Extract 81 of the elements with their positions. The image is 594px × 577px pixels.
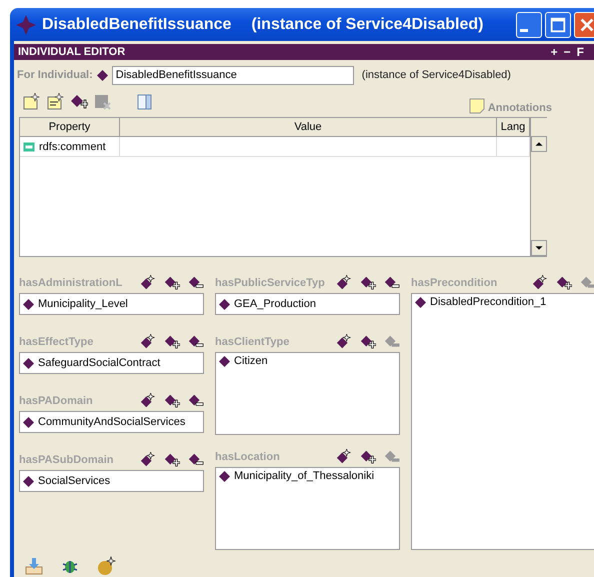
- create-instance-icon[interactable]: [336, 275, 352, 291]
- instance-name[interactable]: CommunityAndSocialServices: [38, 416, 186, 428]
- diamond-icon: [96, 70, 108, 80]
- value-list[interactable]: Citizen: [215, 352, 400, 435]
- new-note-button[interactable]: [22, 93, 40, 111]
- value-list[interactable]: DisabledPrecondition_1: [411, 293, 594, 550]
- column-header[interactable]: Value: [120, 118, 497, 136]
- new-document-button[interactable]: [46, 93, 64, 111]
- property-name: rdfs:comment: [39, 140, 106, 152]
- header-button[interactable]: −: [562, 45, 573, 59]
- instance-name[interactable]: Municipality_of_Thessaloniki: [234, 470, 374, 482]
- maximize-icon: [549, 16, 567, 34]
- add-button[interactable]: [70, 93, 88, 111]
- instance-name[interactable]: DisabledPrecondition_1: [430, 296, 546, 308]
- slot-label: hasEffectType: [19, 336, 94, 350]
- add-instance-icon[interactable]: [360, 275, 376, 291]
- diamond-icon: [219, 470, 230, 482]
- header-button[interactable]: F: [574, 45, 586, 59]
- add-instance-icon[interactable]: [556, 275, 572, 291]
- instance-name[interactable]: Citizen: [234, 355, 268, 367]
- scroll-up-icon[interactable]: [531, 136, 547, 152]
- instance-name[interactable]: Municipality_Level: [38, 298, 128, 310]
- diamond-icon: [23, 358, 34, 368]
- create-instance-icon[interactable]: [532, 275, 548, 291]
- value-list[interactable]: CommunityAndSocialServices: [19, 411, 204, 433]
- remove-instance-icon[interactable]: [188, 334, 204, 350]
- create-instance-icon[interactable]: [336, 449, 352, 465]
- slot-label: hasPublicServiceTyp: [215, 277, 326, 291]
- download-icon[interactable]: [24, 556, 44, 576]
- window-subtitle: (instance of Service4Disabled): [251, 16, 484, 34]
- add-instance-icon[interactable]: [164, 334, 180, 350]
- create-instance-icon[interactable]: [336, 334, 352, 350]
- column-header[interactable]: Property: [20, 118, 120, 136]
- create-instance-icon[interactable]: [140, 334, 156, 350]
- value-list[interactable]: Municipality_Level: [19, 293, 204, 315]
- diamond-icon: [23, 298, 34, 310]
- slot-label: hasAdministrationL: [19, 277, 124, 291]
- instance-name[interactable]: SocialServices: [38, 475, 110, 487]
- individual-type: (instance of Service4Disabled): [362, 69, 511, 81]
- individual-label: For Individual:: [17, 69, 93, 81]
- slot-label: hasClientType: [215, 336, 290, 350]
- property-icon: [23, 142, 35, 152]
- diamond-icon: [23, 476, 34, 486]
- add-instance-icon[interactable]: [164, 275, 180, 291]
- remove-instance-icon[interactable]: [188, 452, 204, 468]
- note-icon: [468, 98, 485, 114]
- slot-label: hasLocation: [215, 451, 281, 465]
- diamond-icon: [219, 356, 230, 366]
- instance-name[interactable]: GEA_Production: [234, 298, 316, 310]
- create-instance-icon[interactable]: [140, 393, 156, 409]
- value-list[interactable]: GEA_Production: [215, 293, 400, 315]
- scroll-down-icon[interactable]: [531, 240, 547, 256]
- add-instance-icon[interactable]: [164, 393, 180, 409]
- editor-title: INDIVIDUAL EDITOR: [18, 46, 126, 58]
- close-button[interactable]: [574, 12, 594, 38]
- value-list[interactable]: SafeguardSocialContract: [19, 352, 204, 374]
- create-instance-icon[interactable]: [140, 275, 156, 291]
- value-list[interactable]: SocialServices: [19, 470, 204, 492]
- slot-label: hasPADomain: [19, 395, 94, 409]
- header-button[interactable]: +: [548, 45, 560, 59]
- star-icon: [16, 14, 36, 34]
- remove-instance-icon[interactable]: [188, 275, 204, 291]
- minimize-icon: [520, 29, 528, 32]
- remove-instance-icon[interactable]: [188, 393, 204, 409]
- value-list[interactable]: Municipality_of_Thessaloniki: [215, 467, 400, 550]
- scrollbar[interactable]: [530, 118, 547, 256]
- add-instance-icon[interactable]: [360, 449, 376, 465]
- maximize-button[interactable]: [545, 12, 571, 38]
- diamond-icon: [219, 298, 230, 310]
- create-instance-icon[interactable]: [140, 452, 156, 468]
- window-title: DisabledBenefitIssuance: [42, 16, 232, 34]
- diamond-icon: [23, 416, 34, 428]
- individual-name-field[interactable]: DisabledBenefitIssuance: [112, 66, 354, 84]
- remove-instance-icon[interactable]: [384, 275, 400, 291]
- slot-label: hasPASubDomain: [19, 454, 115, 468]
- add-instance-icon[interactable]: [164, 452, 180, 468]
- instance-name[interactable]: SafeguardSocialContract: [38, 357, 160, 369]
- minimize-button[interactable]: [516, 12, 542, 38]
- diamond-icon: [415, 296, 426, 308]
- slot-label: hasPrecondition: [411, 277, 498, 291]
- add-instance-icon[interactable]: [360, 334, 376, 350]
